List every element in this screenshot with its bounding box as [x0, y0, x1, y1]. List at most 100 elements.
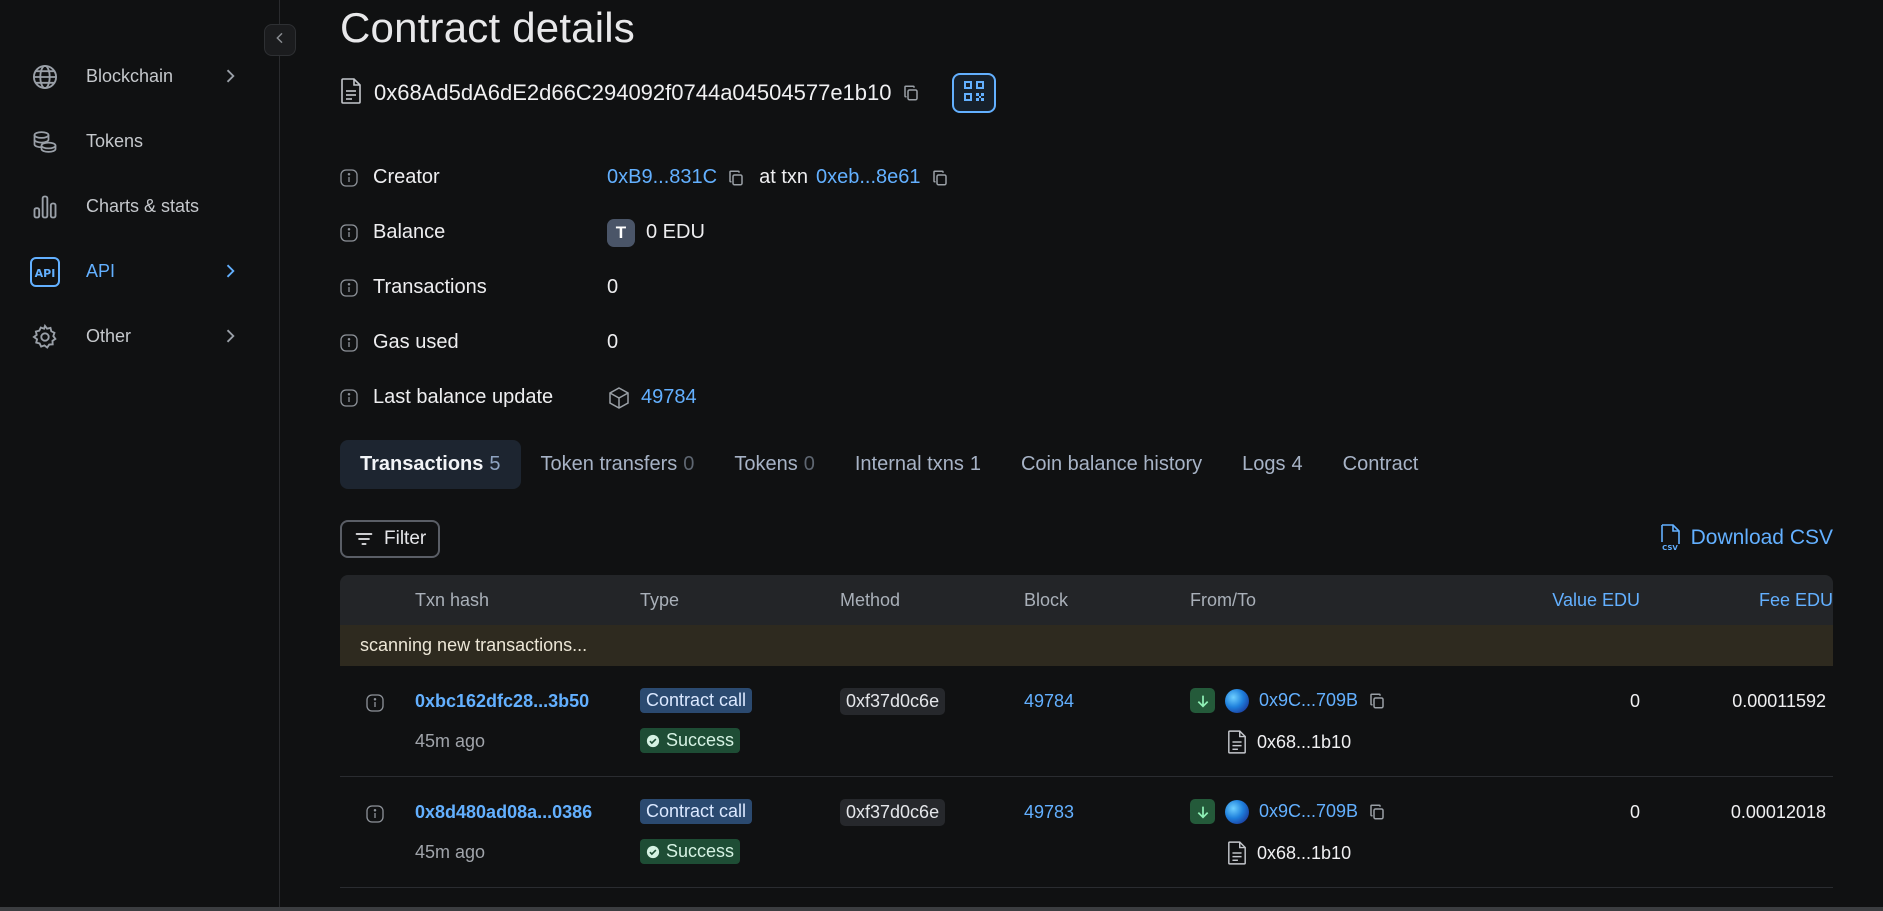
csv-file-icon: CSV	[1659, 524, 1681, 552]
sidebar-item-label: Charts & stats	[86, 196, 200, 216]
block-icon	[607, 386, 631, 410]
to-address: 0x68...1b10	[1227, 730, 1351, 754]
filter-button[interactable]: Filter	[340, 520, 441, 558]
sidebar-item-label: Blockchain	[86, 66, 174, 86]
info-icon[interactable]	[340, 333, 358, 352]
sidebar-item-tokens[interactable]: Tokens	[30, 109, 240, 174]
detail-row-gas: Gas used 0	[340, 315, 1240, 370]
info-icon[interactable]	[366, 694, 384, 717]
sidebar-collapse-button[interactable]	[264, 24, 296, 56]
tab-label: Contract	[1342, 453, 1419, 475]
copy-icon[interactable]	[727, 169, 745, 187]
tab-bar: Transactions 5 Token transfers 0 Tokens 0 I…	[340, 440, 1438, 489]
sidebar-item-label: Tokens	[86, 131, 144, 151]
svg-text:API: API	[35, 267, 56, 280]
tab-count: 1	[969, 453, 981, 475]
to-address-text: 0x68...1b10	[1257, 731, 1352, 752]
info-icon[interactable]	[340, 388, 358, 407]
bar-chart-icon	[30, 192, 60, 222]
info-icon[interactable]	[340, 223, 358, 242]
tab-contract[interactable]: Contract	[1323, 440, 1439, 489]
address-avatar	[1225, 799, 1249, 824]
table-header: Txn hash Type Method Block From/To Value…	[340, 575, 1833, 625]
check-circle-icon	[646, 845, 660, 859]
tab-count: 0	[803, 453, 815, 475]
contract-address: 0x68Ad5dA6dE2d66C294092f0744a04504577e1b…	[374, 80, 892, 105]
column-header-value[interactable]: Value EDU	[1552, 590, 1640, 611]
contract-details: Creator 0xB9...831C at txn 0xeb...8e61 B…	[340, 150, 1240, 425]
tab-label: Transactions	[360, 453, 484, 475]
tab-label: Token transfers	[540, 453, 678, 475]
info-icon[interactable]	[366, 805, 384, 828]
txn-hash-link[interactable]: 0x8d480ad08a...0386	[415, 802, 592, 823]
from-address-link[interactable]: 0x9C...709B	[1259, 690, 1358, 711]
document-icon	[340, 77, 362, 109]
status-label: Success	[666, 841, 735, 861]
sidebar-item-other[interactable]: Other	[30, 304, 240, 369]
sidebar: Blockchain Tokens Charts & stats API API	[0, 0, 280, 911]
sidebar-item-label: API	[86, 261, 116, 281]
chevron-right-icon	[220, 66, 240, 91]
column-header-from-to: From/To	[1190, 590, 1257, 610]
filter-icon	[354, 529, 374, 549]
method-badge: 0xf37d0c6e	[840, 688, 946, 715]
detail-label: Transactions	[373, 276, 487, 298]
arrow-down-icon	[1190, 799, 1215, 824]
detail-value: 49784	[607, 386, 697, 410]
tab-transactions[interactable]: Transactions 5	[340, 440, 521, 489]
to-address: 0x68...1b10	[1227, 841, 1351, 865]
copy-icon[interactable]	[902, 84, 920, 102]
document-icon	[1227, 730, 1247, 754]
tab-count: 5	[489, 453, 501, 475]
qr-code-button[interactable]	[951, 73, 996, 113]
copy-icon[interactable]	[931, 169, 949, 187]
method-badge: 0xf37d0c6e	[840, 799, 946, 826]
type-badge: Contract call	[640, 688, 753, 713]
detail-label: Creator	[373, 166, 440, 188]
txn-age: 45m ago	[415, 731, 486, 751]
txn-age: 45m ago	[415, 842, 486, 862]
block-link[interactable]: 49783	[1024, 802, 1074, 823]
status-badge: Success	[640, 839, 741, 864]
last-balance-block-link[interactable]: 49784	[641, 386, 697, 409]
tab-label: Tokens	[734, 453, 798, 475]
creator-address-link[interactable]: 0xB9...831C	[607, 166, 717, 189]
copy-icon[interactable]	[1368, 692, 1386, 710]
detail-row-transactions: Transactions 0	[340, 260, 1240, 315]
download-csv-button[interactable]: CSV Download CSV	[1659, 524, 1833, 552]
type-badge: Contract call	[640, 799, 753, 824]
txn-hash-link[interactable]: 0xbc162dfc28...3b50	[415, 691, 589, 712]
tab-internal-txns[interactable]: Internal txns 1	[835, 440, 1001, 489]
block-link[interactable]: 49784	[1024, 691, 1074, 712]
tab-token-transfers[interactable]: Token transfers 0	[521, 440, 715, 489]
chevron-right-icon	[220, 326, 240, 351]
tab-label: Logs	[1242, 453, 1286, 475]
tab-logs[interactable]: Logs 4	[1222, 440, 1323, 489]
column-header-fee[interactable]: Fee EDU	[1759, 590, 1833, 611]
coins-icon	[30, 127, 60, 157]
column-header-type: Type	[640, 590, 680, 610]
tab-label: Internal txns	[854, 453, 964, 475]
txn-value: 0	[1629, 802, 1640, 822]
sidebar-item-charts[interactable]: Charts & stats	[30, 174, 240, 239]
gear-icon	[30, 322, 60, 352]
txn-value: 0	[1629, 691, 1640, 711]
from-address-link[interactable]: 0x9C...709B	[1259, 801, 1358, 822]
copy-icon[interactable]	[1368, 803, 1386, 821]
tab-coin-balance-history[interactable]: Coin balance history	[1001, 440, 1222, 489]
detail-label: Balance	[373, 221, 446, 243]
info-icon[interactable]	[340, 168, 358, 187]
sidebar-item-blockchain[interactable]: Blockchain	[30, 44, 240, 109]
document-icon	[1227, 841, 1247, 865]
from-address: 0x9C...709B	[1190, 688, 1386, 713]
qr-code-icon	[962, 79, 986, 108]
gas-value: 0	[607, 331, 619, 353]
creator-txn-link[interactable]: 0xeb...8e61	[816, 166, 921, 189]
detail-row-creator: Creator 0xB9...831C at txn 0xeb...8e61	[340, 150, 1240, 205]
info-icon[interactable]	[340, 278, 358, 297]
detail-label: Gas used	[373, 331, 459, 353]
svg-text:CSV: CSV	[1662, 544, 1678, 552]
sidebar-item-api[interactable]: API API	[30, 239, 240, 304]
window-bottom-edge	[0, 907, 1883, 911]
tab-tokens[interactable]: Tokens 0	[714, 440, 835, 489]
